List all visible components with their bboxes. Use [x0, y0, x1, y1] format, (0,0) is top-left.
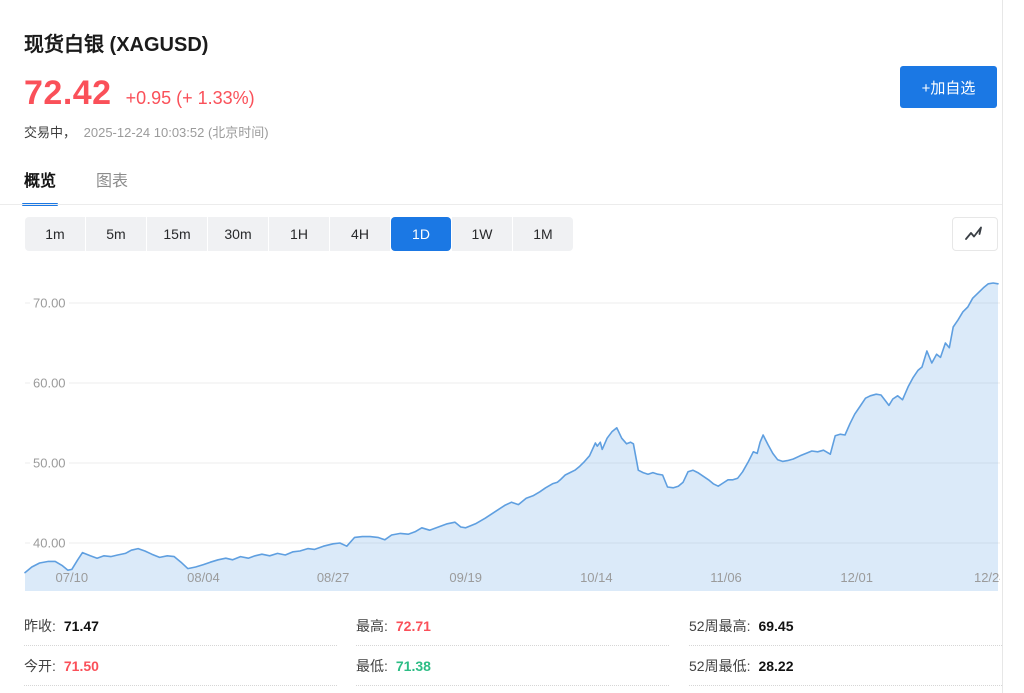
market-status: 交易中， 2025-12-24 10:03:52 (北京时间) — [24, 122, 269, 141]
area-chart-canvas[interactable] — [0, 265, 1024, 591]
page-right-divider — [1002, 0, 1003, 693]
x-tick-label: 10/14 — [546, 570, 646, 585]
quote-timestamp: 2025-12-24 10:03:52 (北京时间) — [84, 125, 269, 140]
stat-row: 昨收: 71.47 — [24, 606, 337, 646]
stat-column: 52周最高: 69.45 52周最低: 28.22 — [689, 606, 1002, 686]
x-tick-label: 11/06 — [676, 570, 776, 585]
tab-overview[interactable]: 概览 — [24, 167, 56, 206]
stat-label: 最高: — [356, 616, 388, 636]
stat-row: 最高: 72.71 — [356, 606, 669, 646]
timeframe-1m[interactable]: 1M — [513, 217, 573, 251]
timeframe-1m[interactable]: 1m — [25, 217, 85, 251]
stat-label: 今开: — [24, 656, 56, 676]
stat-column: 最高: 72.71 最低: 71.38 — [356, 606, 669, 686]
timeframe-selector: 1m5m15m30m1H4H1D1W1M — [25, 217, 573, 251]
tabs-divider — [0, 204, 1002, 205]
y-tick-label: 50.00 — [30, 456, 69, 471]
trading-status-label: 交易中， — [24, 125, 76, 140]
x-tick-label: 08/04 — [153, 570, 253, 585]
stat-value: 71.38 — [396, 658, 431, 674]
x-tick-label: 09/19 — [416, 570, 516, 585]
timeframe-1d[interactable]: 1D — [391, 217, 451, 251]
x-tick-label: 07/10 — [25, 570, 122, 585]
price-change: +0.95 (+ 1.33%) — [126, 88, 255, 109]
x-tick-label: 08/27 — [283, 570, 383, 585]
y-tick-label: 70.00 — [30, 296, 69, 311]
tab-chart[interactable]: 图表 — [96, 167, 128, 206]
stat-label: 52周最低: — [689, 656, 750, 676]
stat-row: 52周最低: 28.22 — [689, 646, 1002, 686]
timeframe-4h[interactable]: 4H — [330, 217, 390, 251]
y-tick-label: 60.00 — [30, 376, 69, 391]
stat-value: 28.22 — [758, 658, 793, 674]
view-tabs: 概览 图表 — [24, 167, 168, 206]
last-price: 72.42 — [24, 74, 112, 113]
stat-value: 69.45 — [758, 618, 793, 634]
x-tick-label: 12/24 — [940, 570, 1000, 585]
stat-label: 最低: — [356, 656, 388, 676]
add-watchlist-button[interactable]: +加自选 — [900, 66, 997, 108]
price-chart[interactable]: 70.00 60.00 50.00 40.00 07/10 08/04 08/27 09/1… — [0, 265, 1024, 591]
timeframe-1w[interactable]: 1W — [452, 217, 512, 251]
stat-row: 今开: 71.50 — [24, 646, 337, 686]
stat-value: 71.47 — [64, 618, 99, 634]
stat-row: 最低: 71.38 — [356, 646, 669, 686]
x-tick-label: 12/01 — [807, 570, 907, 585]
stat-value: 71.50 — [64, 658, 99, 674]
stat-value: 72.71 — [396, 618, 431, 634]
stat-row: 52周最高: 69.45 — [689, 606, 1002, 646]
price-block: 72.42 +0.95 (+ 1.33%) — [24, 74, 255, 113]
stat-label: 52周最高: — [689, 616, 750, 636]
x-axis-labels: 07/10 08/04 08/27 09/19 10/14 11/06 12/01 12/24 — [25, 570, 1000, 590]
stat-column: 昨收: 71.47 今开: 71.50 — [24, 606, 337, 686]
stat-label: 昨收: — [24, 616, 56, 636]
chart-style-button[interactable] — [952, 217, 998, 251]
timeframe-1h[interactable]: 1H — [269, 217, 329, 251]
y-tick-label: 40.00 — [30, 536, 69, 551]
timeframe-5m[interactable]: 5m — [86, 217, 146, 251]
timeframe-15m[interactable]: 15m — [147, 217, 207, 251]
trend-line-icon — [963, 225, 987, 243]
page-title: 现货白银 (XAGUSD) — [24, 28, 208, 57]
timeframe-30m[interactable]: 30m — [208, 217, 268, 251]
